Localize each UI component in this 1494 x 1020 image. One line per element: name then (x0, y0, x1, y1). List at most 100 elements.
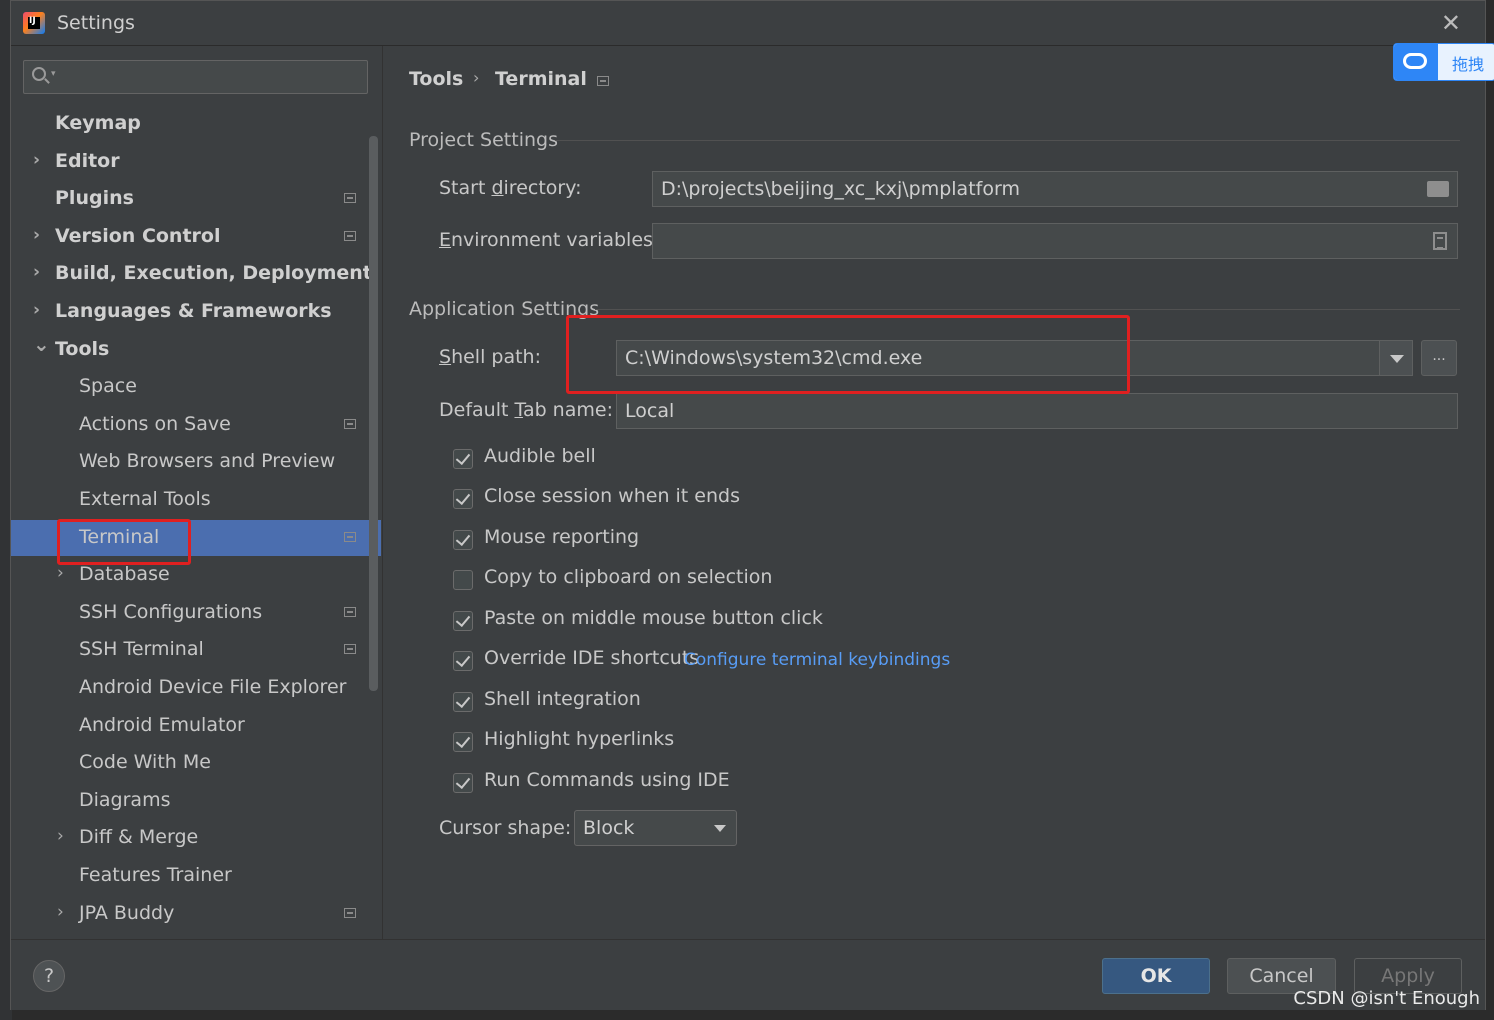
checkbox-checked-icon[interactable] (453, 773, 473, 793)
sidebar-item-plugins[interactable]: Plugins (11, 181, 381, 217)
sidebar-item-diagrams[interactable]: Diagrams (11, 783, 381, 819)
sidebar-item-languages-frameworks[interactable]: › Languages & Frameworks (11, 294, 381, 330)
sidebar-item-ssh-terminal[interactable]: SSH Terminal (11, 632, 381, 668)
sidebar-item-label: Android Emulator (79, 714, 245, 736)
chevron-down-icon[interactable]: ⌄ (33, 332, 50, 356)
sidebar-item-label: Version Control (55, 225, 221, 247)
sidebar-item-label: SSH Terminal (79, 638, 204, 660)
settings-sidebar: ▾ Keymap › Editor Plugins › Version Control › B… (11, 46, 381, 939)
chevron-right-icon[interactable]: › (33, 150, 40, 170)
separator (555, 140, 1460, 141)
project-scope-icon (344, 532, 356, 542)
cursor-shape-select[interactable]: Block (574, 810, 737, 846)
start-directory-label: Start directory: (439, 177, 582, 199)
sidebar-item-label: Terminal (79, 526, 160, 548)
environment-variables-label: Environment variables: (439, 229, 660, 251)
baidu-netdisk-float-widget[interactable]: 拖拽 (1393, 43, 1494, 81)
sidebar-item-android-emulator[interactable]: Android Emulator (11, 708, 381, 744)
shell-path-dropdown-button[interactable] (1379, 340, 1413, 376)
application-settings-heading: Application Settings (409, 298, 600, 320)
title-bar: IJ Settings ✕ (11, 1, 1485, 46)
shell-path-combobox[interactable]: C:\Windows\system32\cmd.exe (616, 340, 1380, 376)
sidebar-item-web-browsers-and-preview[interactable]: Web Browsers and Preview (11, 444, 381, 480)
ok-button[interactable]: OK (1102, 958, 1210, 994)
sidebar-item-label: Code With Me (79, 751, 211, 773)
chevron-down-icon (1390, 355, 1404, 363)
sidebar-item-label: Database (79, 563, 170, 585)
close-icon[interactable]: ✕ (1441, 9, 1461, 37)
sidebar-item-keymap[interactable]: Keymap (11, 106, 381, 142)
sidebar-item-label: Editor (55, 150, 120, 172)
sidebar-item-build-execution-deployment[interactable]: › Build, Execution, Deployment (11, 256, 381, 292)
checkbox-checked-icon[interactable] (453, 692, 473, 712)
project-scope-icon (344, 607, 356, 617)
shell-path-browse-button[interactable]: ... (1421, 340, 1457, 376)
shell-path-value: C:\Windows\system32\cmd.exe (625, 347, 923, 369)
chevron-right-icon[interactable]: › (33, 225, 40, 245)
cursor-shape-value: Block (583, 817, 635, 839)
checkmark-icon (455, 530, 471, 547)
checkbox-label: Highlight hyperlinks (484, 728, 675, 750)
chevron-right-icon[interactable]: › (57, 902, 64, 922)
sidebar-item-diff-merge[interactable]: › Diff & Merge (11, 820, 381, 856)
csdn-watermark: CSDN @isn't Enough (1293, 988, 1480, 1009)
sidebar-item-space[interactable]: Space (11, 369, 381, 405)
sidebar-scrollbar[interactable] (369, 136, 378, 691)
settings-search-input[interactable]: ▾ (23, 60, 368, 94)
checkbox-checked-icon[interactable] (453, 732, 473, 752)
chevron-down-icon: ▾ (51, 69, 56, 79)
checkbox-checked-icon[interactable] (453, 530, 473, 550)
checkbox-unchecked-icon[interactable] (453, 570, 473, 590)
cursor-shape-label: Cursor shape: (439, 817, 572, 839)
sidebar-item-database[interactable]: › Database (11, 557, 381, 593)
sidebar-item-terminal[interactable]: Terminal (11, 520, 381, 556)
dialog-title: Settings (57, 12, 135, 34)
sidebar-item-editor[interactable]: › Editor (11, 144, 381, 180)
start-directory-value: D:\projects\beijing_xc_kxj\pmplatform (661, 178, 1020, 200)
checkbox-label: Copy to clipboard on selection (484, 566, 773, 588)
sidebar-item-label: Keymap (55, 112, 141, 134)
sidebar-item-external-tools[interactable]: External Tools (11, 482, 381, 518)
checkbox-label: Paste on middle mouse button click (484, 607, 823, 629)
intellij-logo-icon: IJ (23, 12, 45, 34)
default-tab-name-value: Local (625, 400, 675, 422)
project-scope-icon (344, 908, 356, 918)
edit-variables-icon[interactable] (1433, 232, 1447, 250)
folder-icon[interactable] (1427, 181, 1449, 197)
checkbox-label: Shell integration (484, 688, 641, 710)
sidebar-item-version-control[interactable]: › Version Control (11, 219, 381, 255)
sidebar-item-features-trainer[interactable]: Features Trainer (11, 858, 381, 894)
sidebar-item-label: External Tools (79, 488, 211, 510)
sidebar-item-ssh-configurations[interactable]: SSH Configurations (11, 595, 381, 631)
sidebar-item-actions-on-save[interactable]: Actions on Save (11, 407, 381, 443)
chevron-right-icon[interactable]: › (33, 262, 40, 282)
sidebar-item-tools[interactable]: ⌄ Tools (11, 332, 381, 368)
checkbox-label: Close session when it ends (484, 485, 740, 507)
checkbox-checked-icon[interactable] (453, 449, 473, 469)
dialog-footer: ? OK Cancel Apply (11, 939, 1485, 1010)
breadcrumb-tools[interactable]: Tools (409, 68, 463, 90)
checkmark-icon (455, 449, 471, 466)
project-scope-icon (344, 419, 356, 429)
project-scope-icon (344, 231, 356, 241)
sidebar-item-code-with-me[interactable]: Code With Me (11, 745, 381, 781)
help-button[interactable]: ? (33, 960, 65, 992)
sidebar-item-android-device-file-explorer[interactable]: Android Device File Explorer (11, 670, 381, 706)
chevron-right-icon[interactable]: › (57, 826, 64, 846)
environment-variables-field[interactable] (652, 223, 1458, 259)
separator (595, 309, 1460, 310)
sidebar-item-label: JPA Buddy (79, 902, 175, 924)
chevron-right-icon[interactable]: › (57, 563, 64, 583)
checkmark-icon (455, 773, 471, 790)
checkbox-label: Override IDE shortcuts (484, 647, 700, 669)
default-tab-name-field[interactable]: Local (616, 393, 1458, 429)
checkbox-checked-icon[interactable] (453, 611, 473, 631)
sidebar-item-jpa-buddy[interactable]: › JPA Buddy (11, 896, 381, 932)
configure-keybindings-link[interactable]: Configure terminal keybindings (684, 650, 950, 670)
start-directory-field[interactable]: D:\projects\beijing_xc_kxj\pmplatform (652, 171, 1458, 207)
checkbox-checked-icon[interactable] (453, 489, 473, 509)
project-settings-heading: Project Settings (409, 129, 558, 151)
chevron-right-icon[interactable]: › (33, 300, 40, 320)
shell-path-label: Shell path: (439, 346, 541, 368)
checkbox-checked-icon[interactable] (453, 651, 473, 671)
